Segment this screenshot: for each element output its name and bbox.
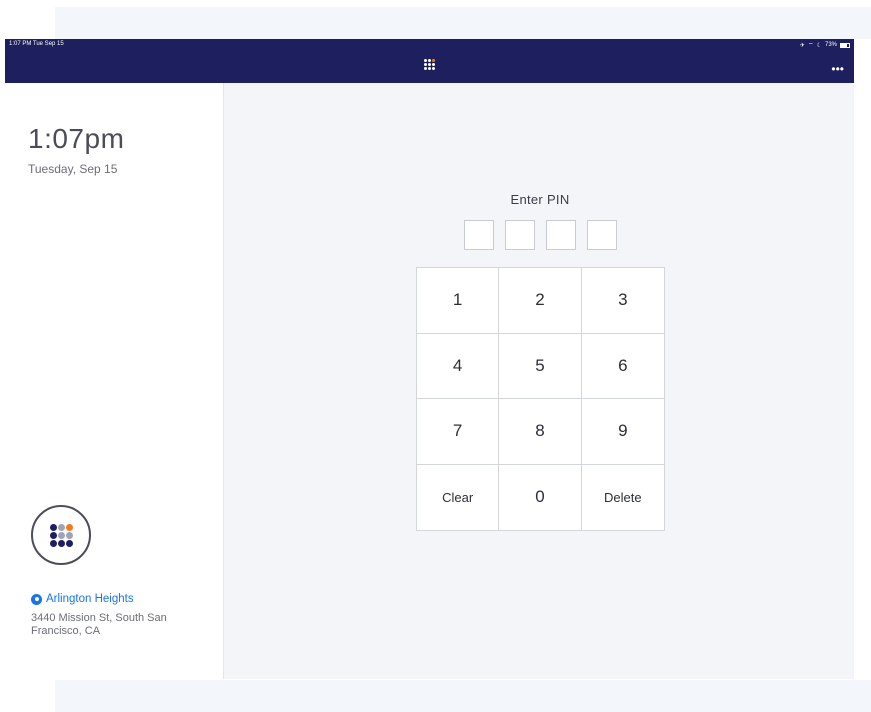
status-icons: ✈ ⌔ ☾ 73% xyxy=(800,41,850,49)
airplane-icon: ✈ xyxy=(799,42,805,49)
key-0[interactable]: 0 xyxy=(499,464,582,530)
key-1[interactable]: 1 xyxy=(417,268,500,334)
pin-indicator xyxy=(464,220,617,250)
top-bar: 1:07 PM Tue Sep 15 ✈ ⌔ ☾ 73% ••• xyxy=(5,39,854,83)
clock-time: 1:07pm xyxy=(28,123,125,154)
pin-digit-box xyxy=(505,220,535,250)
key-4[interactable]: 4 xyxy=(417,333,500,399)
location-link[interactable]: Arlington Heights xyxy=(31,593,134,605)
status-time: 1:07 PM Tue Sep 15 xyxy=(9,41,64,47)
brand-logo xyxy=(31,505,91,565)
key-3[interactable]: 3 xyxy=(581,268,664,334)
key-7[interactable]: 7 xyxy=(417,399,500,465)
sidebar: 1:07pm Tuesday, Sep 15 Arlington Heights… xyxy=(5,83,224,679)
key-9[interactable]: 9 xyxy=(581,399,664,465)
location-pin-icon xyxy=(31,593,42,605)
delete-button[interactable]: Delete xyxy=(581,464,664,530)
battery-percent: 73% xyxy=(824,42,837,48)
pin-digit-box xyxy=(464,220,494,250)
location-name: Arlington Heights xyxy=(46,593,134,605)
key-2[interactable]: 2 xyxy=(499,268,582,334)
background-strip-top xyxy=(55,7,871,39)
key-8[interactable]: 8 xyxy=(499,399,582,465)
more-icon[interactable]: ••• xyxy=(831,63,844,75)
battery-icon xyxy=(840,42,850,48)
brand-logo-dots-icon xyxy=(49,523,73,547)
background-strip-bottom xyxy=(55,680,871,712)
moon-icon: ☾ xyxy=(816,42,822,49)
pin-title: Enter PIN xyxy=(510,192,570,207)
pin-digit-box xyxy=(546,220,576,250)
clear-button[interactable]: Clear xyxy=(417,464,500,530)
pin-keypad: 1 2 3 4 5 6 7 8 9 Clear 0 Delete xyxy=(416,267,665,531)
location-address: 3440 Mission St, South San Francisco, CA xyxy=(31,612,167,637)
brand-grid-icon xyxy=(424,59,435,70)
key-6[interactable]: 6 xyxy=(581,333,664,399)
key-5[interactable]: 5 xyxy=(499,333,582,399)
pin-digit-box xyxy=(587,220,617,250)
clock-date: Tuesday, Sep 15 xyxy=(28,162,118,176)
device-screen: 1:07 PM Tue Sep 15 ✈ ⌔ ☾ 73% ••• 1:07pm … xyxy=(5,39,854,679)
wifi-icon: ⌔ xyxy=(807,43,814,49)
